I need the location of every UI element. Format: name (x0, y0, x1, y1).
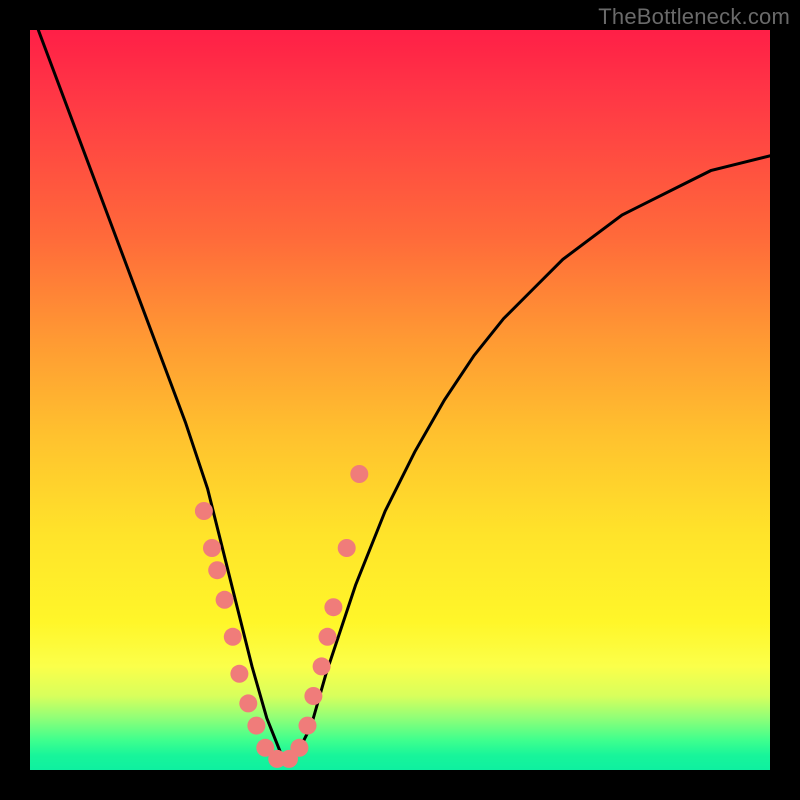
data-marker (350, 465, 368, 483)
data-marker (324, 598, 342, 616)
curve-path (30, 30, 770, 755)
data-marker (239, 694, 257, 712)
data-marker (313, 657, 331, 675)
data-marker (290, 739, 308, 757)
data-marker (224, 628, 242, 646)
data-marker (203, 539, 221, 557)
chart-frame: TheBottleneck.com (0, 0, 800, 800)
data-marker (247, 717, 265, 735)
watermark-text: TheBottleneck.com (598, 4, 790, 30)
bottleneck-curve (30, 30, 770, 770)
data-marker (338, 539, 356, 557)
data-marker (304, 687, 322, 705)
data-marker (216, 591, 234, 609)
plot-area (30, 30, 770, 770)
data-marker (319, 628, 337, 646)
data-marker (230, 665, 248, 683)
data-marker (299, 717, 317, 735)
data-marker (195, 502, 213, 520)
data-marker (208, 561, 226, 579)
